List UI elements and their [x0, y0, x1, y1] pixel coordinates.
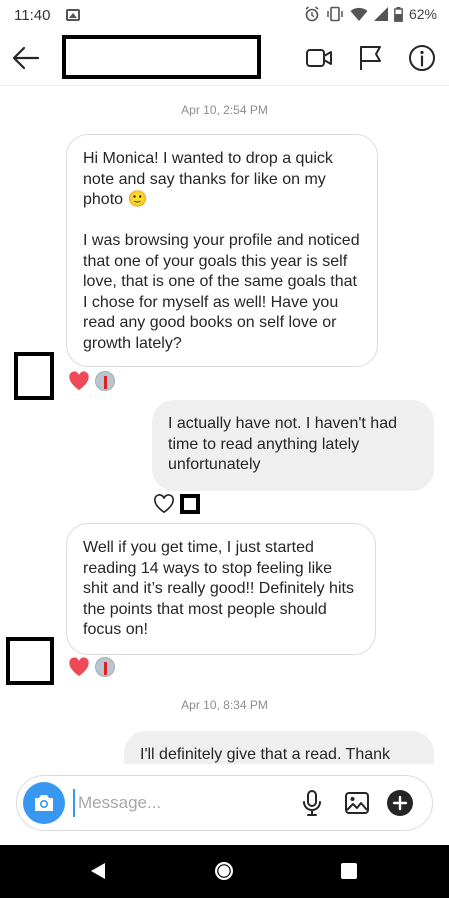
recents-square-icon: [341, 863, 357, 879]
camera-icon: [35, 795, 53, 811]
home-circle-icon: [215, 862, 233, 880]
video-call-icon: [306, 49, 332, 67]
sender-avatar-redacted[interactable]: [6, 637, 54, 685]
report-flag-button[interactable]: [355, 42, 387, 74]
heart-outline-icon: [154, 494, 174, 514]
message-reaction[interactable]: [153, 494, 200, 514]
vibrate-icon: [327, 6, 343, 22]
signal-icon: [373, 6, 388, 21]
voice-message-button[interactable]: [297, 788, 327, 818]
reactor-avatar-redacted: [180, 494, 200, 514]
message-timestamp: Apr 10, 8:34 PM: [181, 698, 268, 712]
gallery-icon: [345, 792, 369, 814]
reactor-avatar: [95, 371, 115, 391]
back-arrow-icon: [12, 46, 40, 70]
microphone-icon: [303, 790, 321, 816]
message-reaction[interactable]: [68, 371, 115, 391]
incoming-message-bubble[interactable]: Hi Monica! I wanted to drop a quick note…: [66, 134, 378, 367]
message-input[interactable]: [73, 789, 293, 817]
outgoing-message-bubble[interactable]: I'll definitely give that a read. Thank: [124, 731, 434, 764]
status-icons: 62%: [304, 6, 437, 22]
info-button[interactable]: [406, 42, 438, 74]
reactor-avatar: [95, 657, 115, 677]
battery-icon: [394, 6, 403, 22]
heart-filled-icon: [69, 657, 89, 677]
back-triangle-icon: [91, 863, 105, 879]
message-reaction[interactable]: [68, 657, 115, 677]
message-timestamp: Apr 10, 2:54 PM: [181, 103, 268, 117]
incoming-message-bubble[interactable]: Well if you get time, I just started rea…: [66, 523, 376, 655]
alarm-icon: [305, 6, 319, 22]
image-notification-icon: [66, 9, 80, 21]
more-options-button[interactable]: [385, 788, 415, 818]
outgoing-message-bubble[interactable]: I actually have not. I haven't had time …: [152, 400, 434, 491]
message-composer: [16, 775, 433, 831]
camera-button[interactable]: [23, 782, 65, 824]
video-call-button[interactable]: [303, 42, 335, 74]
nav-back-button[interactable]: [87, 859, 111, 883]
conversation-header: [0, 30, 449, 86]
heart-filled-icon: [69, 371, 89, 391]
nav-recents-button[interactable]: [337, 859, 361, 883]
nav-home-button[interactable]: [212, 859, 236, 883]
battery-percent: 62%: [408, 6, 437, 22]
back-button[interactable]: [10, 42, 42, 74]
sender-avatar-redacted[interactable]: [14, 352, 54, 400]
status-time: 11:40: [14, 7, 51, 24]
wifi-icon: [350, 7, 368, 21]
redacted-username-box[interactable]: [62, 35, 261, 79]
gallery-button[interactable]: [342, 788, 372, 818]
android-nav-bar: [0, 845, 449, 898]
message-thread[interactable]: Apr 10, 2:54 PM Hi Monica! I wanted to d…: [0, 87, 449, 764]
info-icon: [409, 45, 435, 71]
add-icon: [387, 790, 413, 816]
flag-icon: [360, 46, 381, 70]
status-bar: 11:40 62%: [0, 0, 449, 30]
